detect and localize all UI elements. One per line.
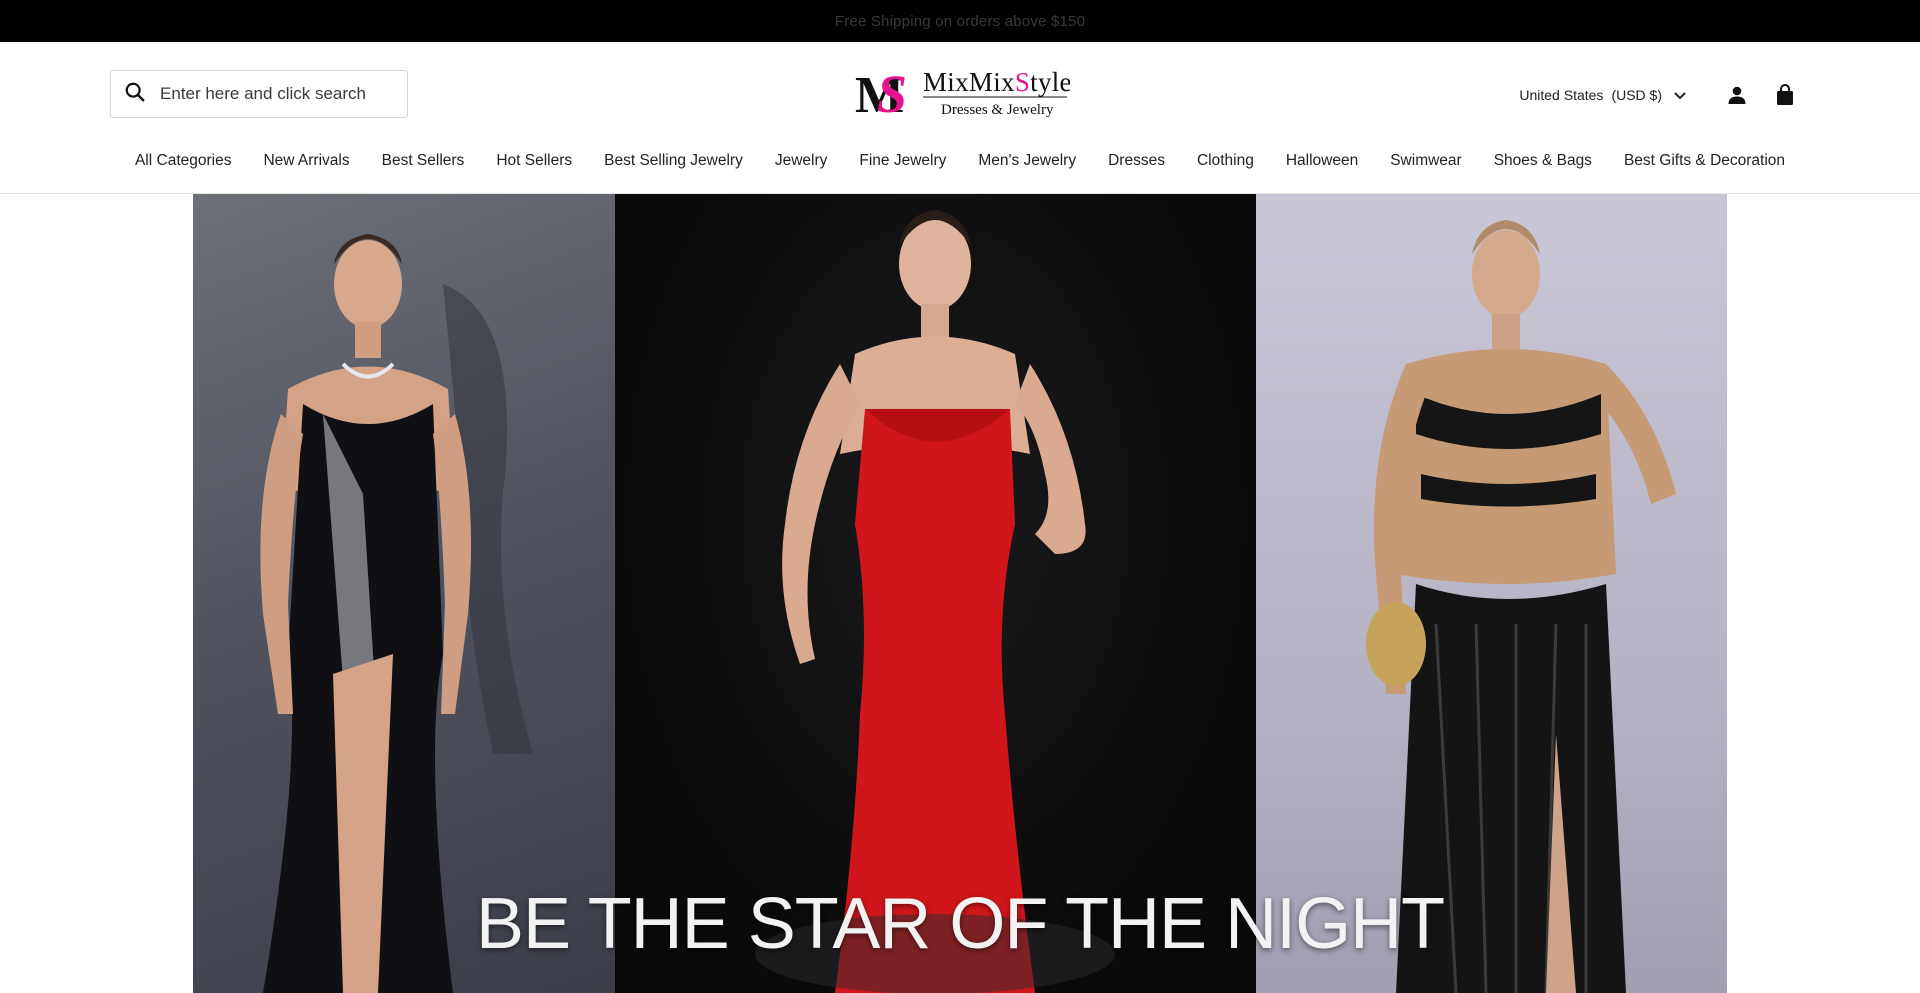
brand-logo[interactable]: M S MixMixStyle Dresses & Jewelry [855, 64, 1072, 124]
hero-banner[interactable]: BE THE STAR OF THE NIGHT [193, 194, 1727, 993]
nav-item-jewelry[interactable]: Jewelry [775, 152, 828, 170]
search-input[interactable] [158, 83, 392, 105]
search-box[interactable] [110, 70, 408, 118]
nav-item-swimwear[interactable]: Swimwear [1390, 152, 1461, 170]
currency-label: (USD $) [1611, 87, 1662, 103]
shopping-bag-icon[interactable] [1770, 80, 1800, 110]
user-icon[interactable] [1722, 80, 1752, 110]
nav-item-all-categories[interactable]: All Categories [135, 152, 232, 170]
nav-item-mens-jewelry[interactable]: Men's Jewelry [978, 152, 1076, 170]
nav-item-fine-jewelry[interactable]: Fine Jewelry [859, 152, 946, 170]
country-label: United States [1519, 87, 1604, 103]
main-navigation: All Categories New Arrivals Best Sellers… [0, 152, 1920, 170]
site-header: M S MixMixStyle Dresses & Jewelry United… [0, 42, 1920, 194]
country-currency-selector[interactable]: United States (USD $) [1519, 87, 1704, 103]
nav-item-shoes-bags[interactable]: Shoes & Bags [1494, 152, 1592, 170]
chevron-down-icon [1674, 87, 1686, 103]
nav-item-new-arrivals[interactable]: New Arrivals [263, 152, 349, 170]
announcement-bar: Free Shipping on orders above $150 [0, 0, 1920, 42]
hero-headline: BE THE STAR OF THE NIGHT [475, 884, 1445, 964]
announcement-text: Free Shipping on orders above $150 [834, 12, 1086, 30]
svg-text:Dresses & Jewelry: Dresses & Jewelry [941, 102, 1054, 118]
hero-image-cutout-dress [1256, 194, 1727, 993]
search-icon[interactable] [124, 81, 146, 108]
nav-item-clothing[interactable]: Clothing [1197, 152, 1254, 170]
svg-text:MixMixStyle: MixMixStyle [923, 67, 1070, 97]
nav-item-halloween[interactable]: Halloween [1286, 152, 1358, 170]
nav-item-best-sellers[interactable]: Best Sellers [382, 152, 465, 170]
nav-item-best-gifts-decoration[interactable]: Best Gifts & Decoration [1624, 152, 1785, 170]
header-tools: United States (USD $) [1519, 75, 1800, 115]
hero-image-red-gown [615, 194, 1256, 993]
svg-text:S: S [877, 66, 907, 120]
nav-item-best-selling-jewelry[interactable]: Best Selling Jewelry [604, 152, 743, 170]
hero-image-black-gown [193, 194, 615, 993]
nav-item-dresses[interactable]: Dresses [1108, 152, 1165, 170]
nav-item-hot-sellers[interactable]: Hot Sellers [496, 152, 572, 170]
